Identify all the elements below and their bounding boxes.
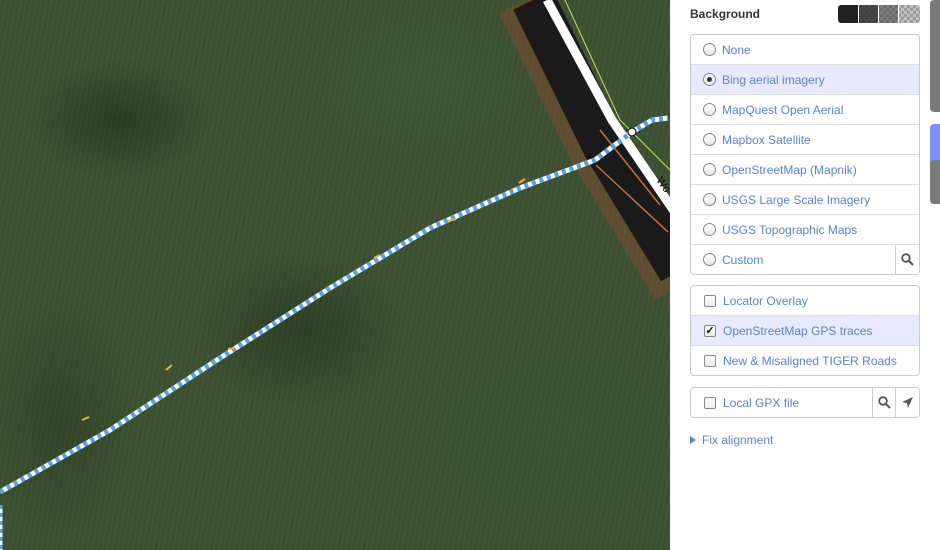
radio-none[interactable] (703, 43, 716, 56)
checkbox-gps-traces[interactable]: ✓ (704, 324, 716, 337)
search-icon (878, 396, 891, 409)
map-overlay: Wo (0, 0, 670, 550)
gpx-browse-button[interactable] (872, 388, 896, 417)
gps-trace (0, 115, 669, 495)
background-list: None Bing aerial imagery MapQuest Open A… (690, 34, 920, 275)
background-item-label: MapQuest Open Aerial (722, 102, 844, 117)
overlay-item-gps-traces[interactable]: ✓ OpenStreetMap GPS traces (691, 316, 919, 346)
custom-search-button[interactable] (895, 245, 919, 274)
background-item-label: Bing aerial imagery (722, 72, 825, 87)
locate-arrow-icon (902, 397, 913, 408)
radio-mapquest[interactable] (703, 103, 716, 116)
gpx-list: Local GPX file (690, 387, 920, 418)
opacity-control[interactable] (838, 5, 920, 23)
background-item-label: OpenStreetMap (Mapnik) (722, 162, 857, 177)
background-header: Background (690, 5, 920, 23)
panel-scrollbar[interactable] (930, 0, 940, 550)
radio-mapnik[interactable] (703, 163, 716, 176)
checkbox-locator[interactable] (704, 294, 716, 307)
background-item-label: None (722, 42, 751, 57)
background-item-custom[interactable]: Custom (691, 245, 919, 274)
radio-mapbox[interactable] (703, 133, 716, 146)
checkbox-tiger[interactable] (704, 354, 716, 367)
overlay-item-label: OpenStreetMap GPS traces (723, 323, 873, 338)
overlay-item-label: New & Misaligned TIGER Roads (723, 353, 897, 368)
gpx-item[interactable]: Local GPX file (691, 388, 919, 417)
gpx-label: Local GPX file (723, 395, 800, 410)
fix-alignment-toggle[interactable]: Fix alignment (690, 432, 773, 448)
overlay-item-locator[interactable]: Locator Overlay (691, 286, 919, 316)
map-canvas[interactable]: Wo (0, 0, 670, 550)
opacity-step-50[interactable] (878, 5, 899, 23)
overlay-list: Locator Overlay ✓ OpenStreetMap GPS trac… (690, 285, 920, 376)
overlay-item-label: Locator Overlay (723, 293, 808, 308)
search-icon (901, 253, 914, 266)
overlay-item-tiger[interactable]: New & Misaligned TIGER Roads (691, 346, 919, 375)
radio-usgs-topo[interactable] (703, 223, 716, 236)
opacity-step-100[interactable] (838, 5, 859, 23)
scrollbar-thumb[interactable] (930, 0, 940, 112)
radio-bing[interactable] (703, 73, 716, 86)
background-item-label: Mapbox Satellite (722, 132, 811, 147)
radio-usgs-imagery[interactable] (703, 193, 716, 206)
radio-custom[interactable] (703, 253, 716, 266)
checkbox-gpx[interactable] (704, 396, 716, 409)
fix-alignment-label: Fix alignment (702, 433, 774, 447)
background-item-label: USGS Large Scale Imagery (722, 192, 871, 207)
trace-vertex (627, 127, 637, 137)
background-item-mapbox[interactable]: Mapbox Satellite (691, 125, 919, 155)
pane-tab-handle[interactable] (930, 124, 940, 204)
opacity-step-25[interactable] (898, 5, 920, 23)
background-item-mapnik[interactable]: OpenStreetMap (Mapnik) (691, 155, 919, 185)
disclosure-triangle-icon (690, 436, 696, 444)
background-item-usgs-topo[interactable]: USGS Topographic Maps (691, 215, 919, 245)
background-item-label: Custom (722, 252, 764, 267)
background-item-label: USGS Topographic Maps (722, 222, 858, 237)
background-item-mapquest[interactable]: MapQuest Open Aerial (691, 95, 919, 125)
road-surface (513, 0, 670, 282)
background-item-bing[interactable]: Bing aerial imagery (691, 65, 919, 95)
background-item-none[interactable]: None (691, 35, 919, 65)
opacity-step-75[interactable] (858, 5, 879, 23)
background-panel: Background None Bing aerial imagery MapQ… (670, 0, 940, 550)
gpx-zoom-button[interactable] (895, 388, 919, 417)
background-item-usgs-imagery[interactable]: USGS Large Scale Imagery (691, 185, 919, 215)
background-title: Background (690, 7, 761, 21)
